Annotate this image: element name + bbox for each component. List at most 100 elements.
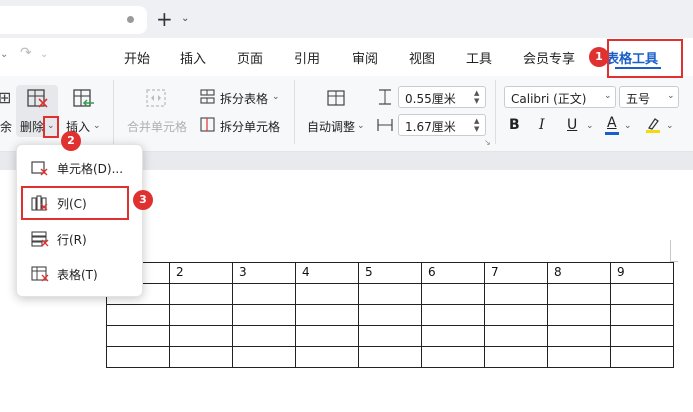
menu-view[interactable]: 视图	[409, 48, 435, 67]
split-cells-label[interactable]: 拆分单元格	[220, 118, 280, 135]
table-cell[interactable]	[421, 304, 485, 326]
table-cell[interactable]	[295, 283, 359, 305]
col-width-icon	[377, 119, 393, 131]
table-cell[interactable]: 7	[484, 262, 548, 284]
menu-item-delete-row[interactable]: 行(R)	[17, 223, 144, 255]
plus-icon[interactable]: +	[156, 8, 173, 30]
highlight-delete-chevron	[43, 116, 59, 138]
table-cell[interactable]: 9	[610, 262, 674, 284]
table-cell[interactable]	[610, 346, 674, 368]
underline-button[interactable]: U	[567, 117, 577, 133]
table-cell[interactable]	[358, 325, 422, 347]
table-cell[interactable]	[547, 304, 611, 326]
table-cell[interactable]	[358, 346, 422, 368]
table-cell[interactable]	[295, 346, 359, 368]
menu-item-label: 表格(T)	[57, 268, 98, 282]
chevron-down-icon[interactable]: ⌄	[181, 13, 189, 24]
table-cell[interactable]	[106, 325, 170, 347]
step-badge-3: 3	[133, 190, 153, 210]
split-table-chevron-icon[interactable]: ⌄	[272, 92, 280, 102]
undo-chevron-icon[interactable]: ⌄	[0, 49, 8, 60]
delete-table-icon	[31, 266, 49, 282]
table-cell[interactable]	[421, 283, 485, 305]
table-cell[interactable]: 3	[232, 262, 296, 284]
partial-icon: ⊞	[0, 88, 12, 107]
table-cell[interactable]	[610, 325, 674, 347]
table-cell[interactable]	[232, 325, 296, 347]
table-cell[interactable]	[232, 346, 296, 368]
table-cell[interactable]: 6	[421, 262, 485, 284]
chevron-down-icon[interactable]: ⌄	[586, 121, 594, 131]
menu-insert[interactable]: 插入	[180, 48, 206, 67]
menu-page[interactable]: 页面	[237, 48, 263, 67]
redo-chevron-icon[interactable]: ⌄	[40, 49, 48, 60]
table-cell[interactable]	[484, 325, 548, 347]
table-cell[interactable]	[484, 304, 548, 326]
spinner-icon[interactable]: ▲ ▼	[474, 89, 479, 105]
split-cells-icon	[200, 117, 215, 132]
col-width-input[interactable]: 1.67厘米	[398, 114, 486, 136]
table-cell[interactable]: 4	[295, 262, 359, 284]
dialog-launcher-icon[interactable]: ↘	[484, 138, 491, 147]
table-cell[interactable]	[169, 304, 233, 326]
table-cell[interactable]	[547, 346, 611, 368]
table-cell[interactable]	[484, 346, 548, 368]
table-cell[interactable]: 2	[169, 262, 233, 284]
split-table-label[interactable]: 拆分表格	[220, 90, 268, 107]
italic-button[interactable]: I	[539, 117, 545, 133]
unsaved-dot-icon	[127, 16, 134, 23]
menu-references[interactable]: 引用	[294, 48, 320, 67]
menu-tools[interactable]: 工具	[466, 48, 492, 67]
chevron-down-icon[interactable]: ⌄	[624, 121, 632, 131]
table-cell[interactable]	[421, 346, 485, 368]
table-cell[interactable]	[169, 283, 233, 305]
font-color-button[interactable]: A	[607, 115, 617, 131]
table-cell[interactable]	[106, 304, 170, 326]
menu-item-delete-table[interactable]: 表格(T)	[17, 258, 144, 290]
merge-cells-icon	[146, 89, 166, 107]
table-cell[interactable]	[358, 283, 422, 305]
table-cell[interactable]	[610, 283, 674, 305]
menu-item-label: 单元格(D)...	[57, 162, 124, 176]
table-cell[interactable]	[358, 304, 422, 326]
menu-item-delete-cell[interactable]: 单元格(D)...	[17, 152, 144, 184]
insert-chevron-icon[interactable]: ⌄	[93, 121, 101, 131]
table-row	[106, 346, 674, 368]
chevron-down-icon[interactable]: ⌄	[666, 121, 674, 131]
redo-icon[interactable]: ↷	[20, 45, 32, 61]
table-cell[interactable]	[106, 346, 170, 368]
table-cell[interactable]	[232, 304, 296, 326]
chevron-down-icon[interactable]: ⌄	[604, 91, 612, 101]
document-tab[interactable]	[0, 6, 147, 34]
spinner-icon[interactable]: ▲ ▼	[474, 117, 479, 133]
page-corner-mark	[670, 240, 678, 262]
autofit-chevron-icon[interactable]: ⌄	[357, 121, 365, 131]
delete-label[interactable]: 删除	[20, 118, 44, 135]
autofit-label[interactable]: 自动调整	[307, 118, 355, 135]
table-cell[interactable]: 8	[547, 262, 611, 284]
delete-table-icon	[27, 89, 48, 108]
table-cell[interactable]	[547, 325, 611, 347]
table-cell[interactable]: 5	[358, 262, 422, 284]
table-cell[interactable]	[169, 346, 233, 368]
menu-item-label: 行(R)	[57, 233, 87, 247]
highlighter-icon[interactable]	[645, 116, 661, 134]
menu-member[interactable]: 会员专享	[523, 48, 575, 67]
table-cell[interactable]	[421, 325, 485, 347]
table-cell[interactable]	[484, 283, 548, 305]
menu-home[interactable]: 开始	[124, 48, 150, 67]
delete-dropdown-menu: 单元格(D)... 列(C) 行(R) 表格(T)	[16, 144, 143, 297]
row-height-input[interactable]: 0.55厘米	[398, 86, 486, 108]
bold-button[interactable]: B	[509, 117, 520, 133]
table-cell[interactable]	[232, 283, 296, 305]
ribbon-separator	[113, 80, 114, 144]
table-cell[interactable]	[547, 283, 611, 305]
table-cell[interactable]	[169, 325, 233, 347]
table-cell[interactable]	[610, 304, 674, 326]
table-cell[interactable]	[295, 304, 359, 326]
font-name-select[interactable]: Calibri (正文)	[504, 86, 616, 108]
chevron-down-icon[interactable]: ⌄	[667, 91, 675, 101]
document-table[interactable]: 23456789	[106, 262, 674, 368]
menu-review[interactable]: 审阅	[352, 48, 378, 67]
table-cell[interactable]	[295, 325, 359, 347]
